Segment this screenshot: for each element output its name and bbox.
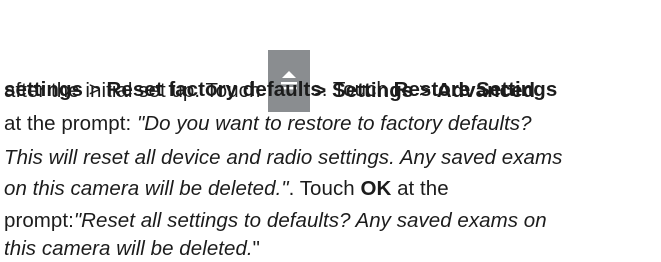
closing-quote: ": [252, 237, 260, 260]
instruction-line-5: on this camera will be deleted.". Touch …: [4, 176, 449, 202]
prompt-prefix: at the prompt:: [4, 112, 137, 135]
instruction-line-4: This will reset all device and radio set…: [4, 145, 562, 171]
instruction-line-6: prompt:"Reset all settings to defaults? …: [4, 208, 547, 234]
instruction-line-2: settings > Reset factory defaults. Touch…: [4, 77, 557, 103]
touch-text-2: . Touch: [288, 177, 361, 200]
instruction-line-7: this camera will be deleted.": [4, 236, 260, 262]
reset-factory-defaults-label: Reset factory defaults: [106, 78, 322, 101]
prompt-quote-3: on this camera will be deleted.": [4, 177, 289, 200]
settings-label-2: settings: [4, 78, 83, 101]
ok-label: OK: [360, 177, 392, 200]
touch-text: . Touch: [321, 78, 394, 101]
restore-settings-label: Restore Settings: [393, 78, 558, 101]
prompt-quote-1: "Do you want to restore to factory defau…: [136, 112, 532, 135]
prompt-quote-2: This will reset all device and radio set…: [4, 146, 563, 169]
prompt-quote-4: "Reset all settings to defaults? Any sav…: [73, 209, 547, 232]
at-the-text: at the: [391, 177, 449, 200]
prompt-prefix-2: prompt:: [4, 209, 74, 232]
instruction-line-3: at the prompt: "Do you want to restore t…: [4, 111, 532, 137]
separator-2: >: [83, 78, 107, 101]
prompt-quote-5: this camera will be deleted.: [4, 237, 253, 260]
